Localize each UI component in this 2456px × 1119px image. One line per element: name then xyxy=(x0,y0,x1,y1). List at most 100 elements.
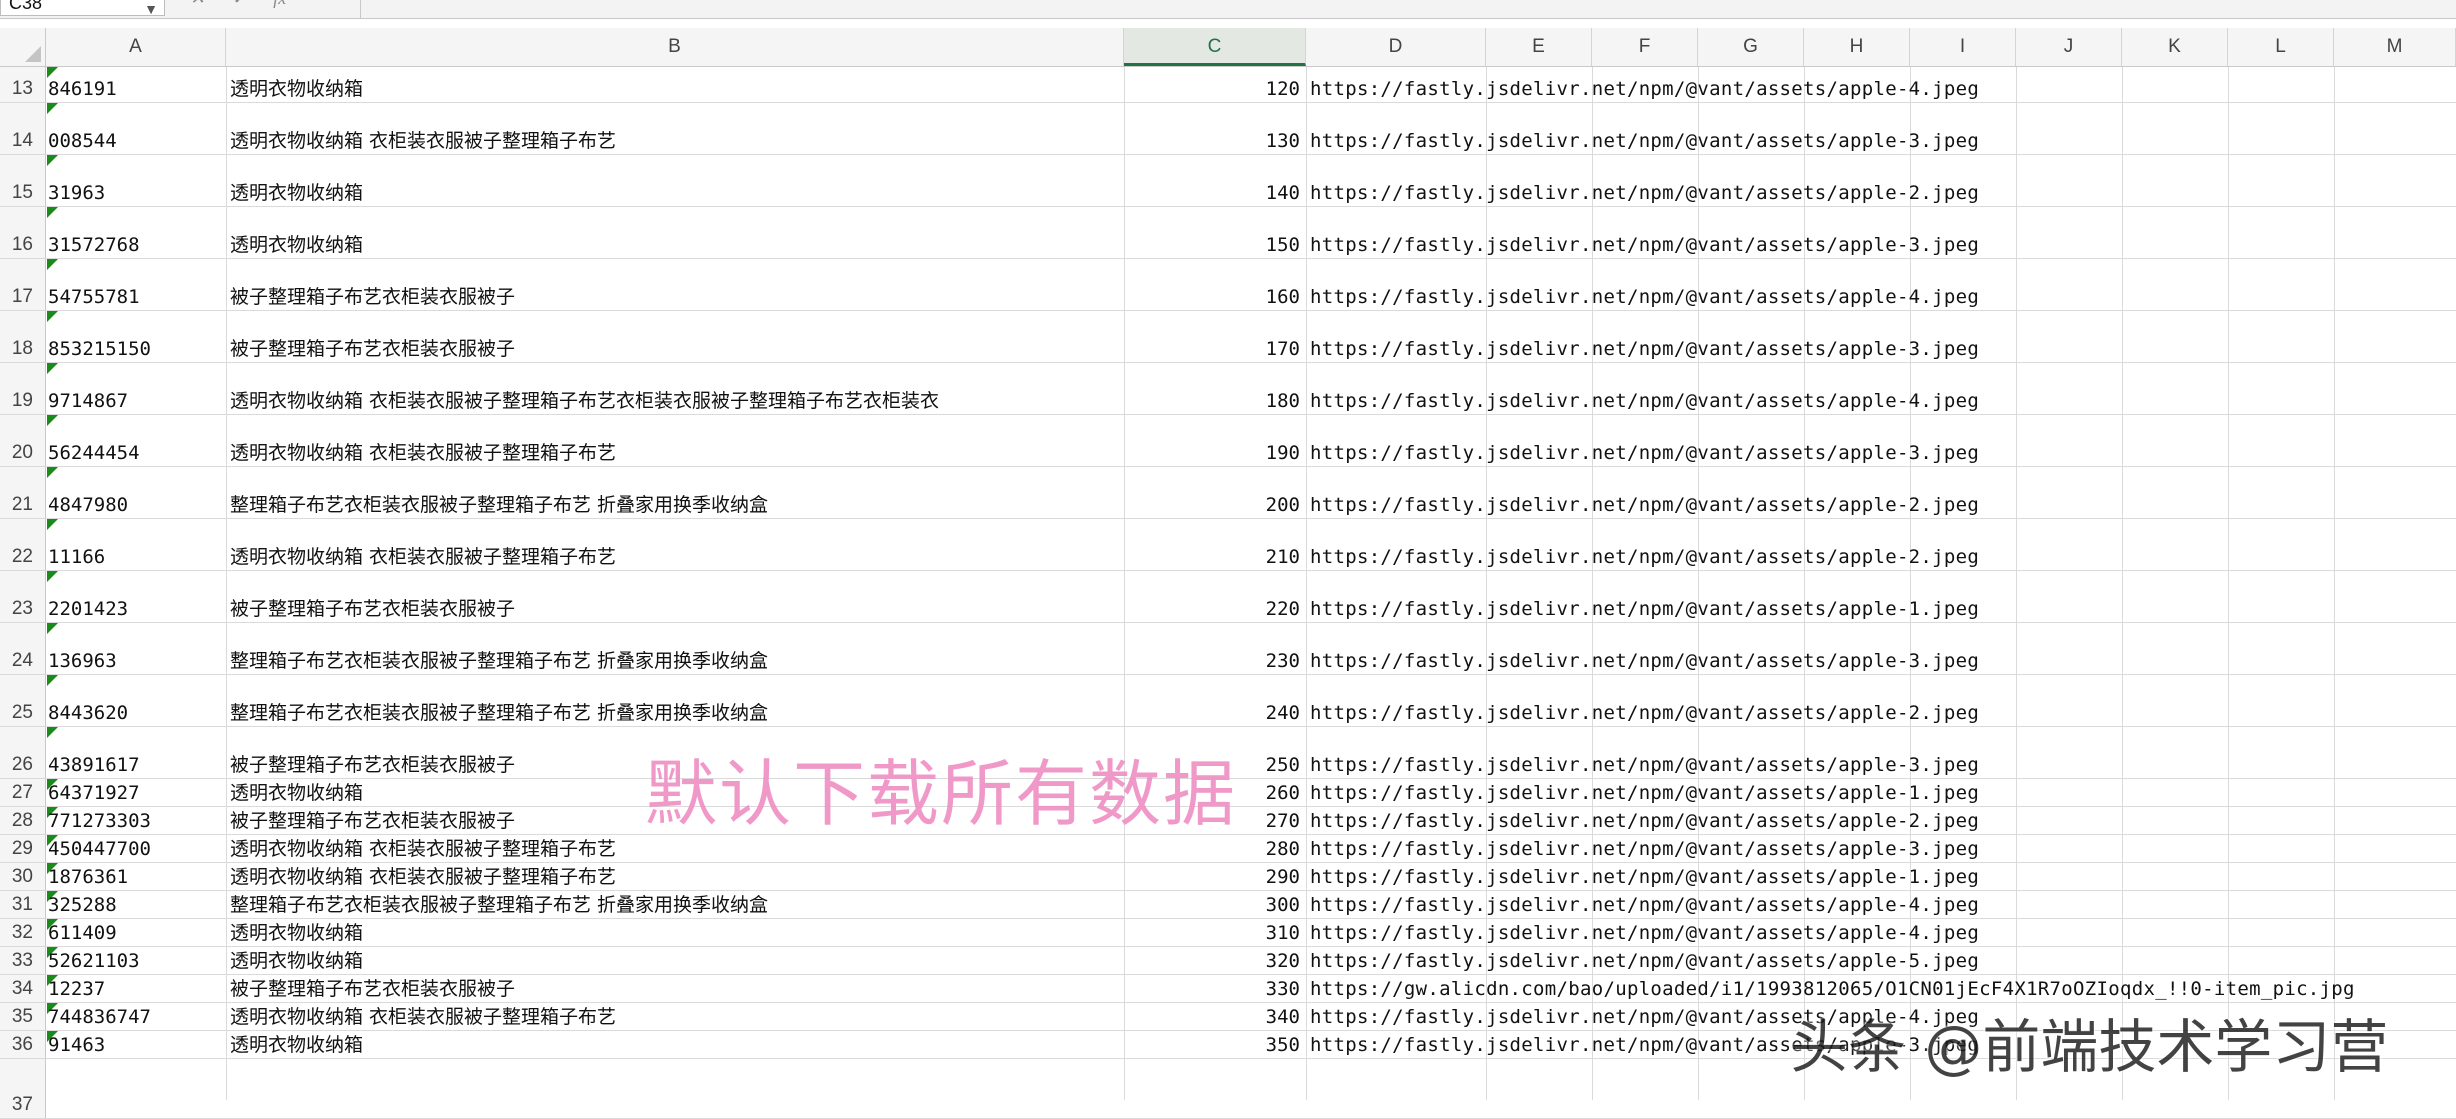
cell-product-name[interactable]: 透明衣物收纳箱 xyxy=(230,1034,363,1056)
cell-id[interactable]: 56244454 xyxy=(48,442,140,464)
row-header[interactable]: 23 xyxy=(0,571,46,622)
cell-image-url[interactable]: https://fastly.jsdelivr.net/npm/@vant/as… xyxy=(1310,182,1979,204)
cell-id[interactable]: 771273303 xyxy=(48,810,151,832)
row-header[interactable]: 36 xyxy=(0,1031,46,1058)
cell-id[interactable]: 450447700 xyxy=(48,838,151,860)
cell-image-url[interactable]: https://fastly.jsdelivr.net/npm/@vant/as… xyxy=(1310,338,1979,360)
cell-id[interactable]: 853215150 xyxy=(48,338,151,360)
row-header[interactable]: 19 xyxy=(0,363,46,414)
cell-price[interactable]: 190 xyxy=(1266,442,1300,464)
cell-price[interactable]: 120 xyxy=(1266,78,1300,100)
cell-price[interactable]: 290 xyxy=(1266,866,1300,888)
row-header[interactable]: 20 xyxy=(0,415,46,466)
cell-product-name[interactable]: 透明衣物收纳箱 衣柜装衣服被子整理箱子布艺 xyxy=(230,546,616,568)
column-header-c[interactable]: C xyxy=(1124,28,1306,66)
cell-image-url[interactable]: https://fastly.jsdelivr.net/npm/@vant/as… xyxy=(1310,494,1979,516)
row-header[interactable]: 21 xyxy=(0,467,46,518)
cell-product-name[interactable]: 被子整理箱子布艺衣柜装衣服被子 xyxy=(230,598,515,620)
cell-image-url[interactable]: https://fastly.jsdelivr.net/npm/@vant/as… xyxy=(1310,782,1979,804)
row-header[interactable]: 16 xyxy=(0,207,46,258)
row-header[interactable]: 27 xyxy=(0,779,46,806)
confirm-icon[interactable]: ✓ xyxy=(232,0,247,8)
column-header-g[interactable]: G xyxy=(1698,28,1804,66)
column-header-j[interactable]: J xyxy=(2016,28,2122,66)
cell-product-name[interactable]: 被子整理箱子布艺衣柜装衣服被子 xyxy=(230,286,515,308)
row-header[interactable]: 13 xyxy=(0,67,46,102)
cell-price[interactable]: 260 xyxy=(1266,782,1300,804)
cell-price[interactable]: 160 xyxy=(1266,286,1300,308)
cell-product-name[interactable]: 透明衣物收纳箱 xyxy=(230,782,363,804)
cell-product-name[interactable]: 整理箱子布艺衣柜装衣服被子整理箱子布艺 折叠家用换季收纳盒 xyxy=(230,894,768,916)
cell-product-name[interactable]: 透明衣物收纳箱 衣柜装衣服被子整理箱子布艺 xyxy=(230,442,616,464)
cell-id[interactable]: 2201423 xyxy=(48,598,128,620)
chevron-down-icon[interactable]: ▼ xyxy=(144,0,158,21)
cell-image-url[interactable]: https://fastly.jsdelivr.net/npm/@vant/as… xyxy=(1310,702,1979,724)
cell-price[interactable]: 350 xyxy=(1266,1034,1300,1056)
cell-price[interactable]: 220 xyxy=(1266,598,1300,620)
cell-image-url[interactable]: https://fastly.jsdelivr.net/npm/@vant/as… xyxy=(1310,78,1979,100)
row-header[interactable]: 34 xyxy=(0,975,46,1002)
cell-id[interactable]: 8443620 xyxy=(48,702,128,724)
row-header[interactable]: 25 xyxy=(0,675,46,726)
cell-product-name[interactable]: 整理箱子布艺衣柜装衣服被子整理箱子布艺 折叠家用换季收纳盒 xyxy=(230,702,768,724)
cell-price[interactable]: 250 xyxy=(1266,754,1300,776)
cell-product-name[interactable]: 被子整理箱子布艺衣柜装衣服被子 xyxy=(230,338,515,360)
row-header[interactable]: 14 xyxy=(0,103,46,154)
cell-image-url[interactable]: https://fastly.jsdelivr.net/npm/@vant/as… xyxy=(1310,650,1979,672)
cell-price[interactable]: 270 xyxy=(1266,810,1300,832)
column-header-h[interactable]: H xyxy=(1804,28,1910,66)
row-header[interactable]: 15 xyxy=(0,155,46,206)
cell-product-name[interactable]: 透明衣物收纳箱 衣柜装衣服被子整理箱子布艺 xyxy=(230,1006,616,1028)
column-header-m[interactable]: M xyxy=(2334,28,2456,66)
cell-product-name[interactable]: 透明衣物收纳箱 xyxy=(230,234,363,256)
cell-id[interactable]: 9714867 xyxy=(48,390,128,412)
cell-image-url[interactable]: https://fastly.jsdelivr.net/npm/@vant/as… xyxy=(1310,838,1979,860)
cell-image-url[interactable]: https://fastly.jsdelivr.net/npm/@vant/as… xyxy=(1310,810,1979,832)
cell-id[interactable]: 31572768 xyxy=(48,234,140,256)
column-header-k[interactable]: K xyxy=(2122,28,2228,66)
cell-price[interactable]: 130 xyxy=(1266,130,1300,152)
cell-id[interactable]: 744836747 xyxy=(48,1006,151,1028)
cell-image-url[interactable]: https://fastly.jsdelivr.net/npm/@vant/as… xyxy=(1310,754,1979,776)
cell-product-name[interactable]: 整理箱子布艺衣柜装衣服被子整理箱子布艺 折叠家用换季收纳盒 xyxy=(230,650,768,672)
cell-product-name[interactable]: 被子整理箱子布艺衣柜装衣服被子 xyxy=(230,754,515,776)
column-header-b[interactable]: B xyxy=(226,28,1124,66)
column-header-l[interactable]: L xyxy=(2228,28,2334,66)
cell-product-name[interactable]: 透明衣物收纳箱 xyxy=(230,182,363,204)
row-header[interactable]: 22 xyxy=(0,519,46,570)
cell-id[interactable]: 11166 xyxy=(48,546,105,568)
row-header[interactable]: 17 xyxy=(0,259,46,310)
cell-price[interactable]: 210 xyxy=(1266,546,1300,568)
row-header[interactable]: 30 xyxy=(0,863,46,890)
cell-image-url[interactable]: https://fastly.jsdelivr.net/npm/@vant/as… xyxy=(1310,546,1979,568)
cell-image-url[interactable]: https://fastly.jsdelivr.net/npm/@vant/as… xyxy=(1310,922,1979,944)
cell-id[interactable]: 43891617 xyxy=(48,754,140,776)
row-header[interactable]: 32 xyxy=(0,919,46,946)
cell-product-name[interactable]: 被子整理箱子布艺衣柜装衣服被子 xyxy=(230,978,515,1000)
cell-image-url[interactable]: https://gw.alicdn.com/bao/uploaded/i1/19… xyxy=(1310,978,2355,1000)
cell-image-url[interactable]: https://fastly.jsdelivr.net/npm/@vant/as… xyxy=(1310,866,1979,888)
cell-image-url[interactable]: https://fastly.jsdelivr.net/npm/@vant/as… xyxy=(1310,950,1979,972)
row-header[interactable]: 29 xyxy=(0,835,46,862)
column-header-a[interactable]: A xyxy=(46,28,226,66)
cell-image-url[interactable]: https://fastly.jsdelivr.net/npm/@vant/as… xyxy=(1310,130,1979,152)
cell-id[interactable]: 4847980 xyxy=(48,494,128,516)
cell-price[interactable]: 140 xyxy=(1266,182,1300,204)
row-header[interactable]: 33 xyxy=(0,947,46,974)
cell-product-name[interactable]: 被子整理箱子布艺衣柜装衣服被子 xyxy=(230,810,515,832)
cell-product-name[interactable]: 透明衣物收纳箱 衣柜装衣服被子整理箱子布艺 xyxy=(230,130,616,152)
cell-image-url[interactable]: https://fastly.jsdelivr.net/npm/@vant/as… xyxy=(1310,234,1979,256)
spreadsheet-grid[interactable]: 13 846191 透明衣物收纳箱 120 https://fastly.jsdeliv… xyxy=(0,67,2456,1119)
cell-image-url[interactable]: https://fastly.jsdelivr.net/npm/@vant/as… xyxy=(1310,894,1979,916)
cell-image-url[interactable]: https://fastly.jsdelivr.net/npm/@vant/as… xyxy=(1310,286,1979,308)
cell-product-name[interactable]: 透明衣物收纳箱 衣柜装衣服被子整理箱子布艺 xyxy=(230,866,616,888)
cell-product-name[interactable]: 透明衣物收纳箱 衣柜装衣服被子整理箱子布艺衣柜装衣服被子整理箱子布艺衣柜装衣 xyxy=(230,390,939,412)
row-header[interactable]: 24 xyxy=(0,623,46,674)
cell-price[interactable]: 330 xyxy=(1266,978,1300,1000)
cell-product-name[interactable]: 整理箱子布艺衣柜装衣服被子整理箱子布艺 折叠家用换季收纳盒 xyxy=(230,494,768,516)
cell-image-url[interactable]: https://fastly.jsdelivr.net/npm/@vant/as… xyxy=(1310,442,1979,464)
row-header[interactable]: 26 xyxy=(0,727,46,778)
cell-image-url[interactable]: https://fastly.jsdelivr.net/npm/@vant/as… xyxy=(1310,598,1979,620)
column-header-e[interactable]: E xyxy=(1486,28,1592,66)
cell-id[interactable]: 12237 xyxy=(48,978,105,1000)
